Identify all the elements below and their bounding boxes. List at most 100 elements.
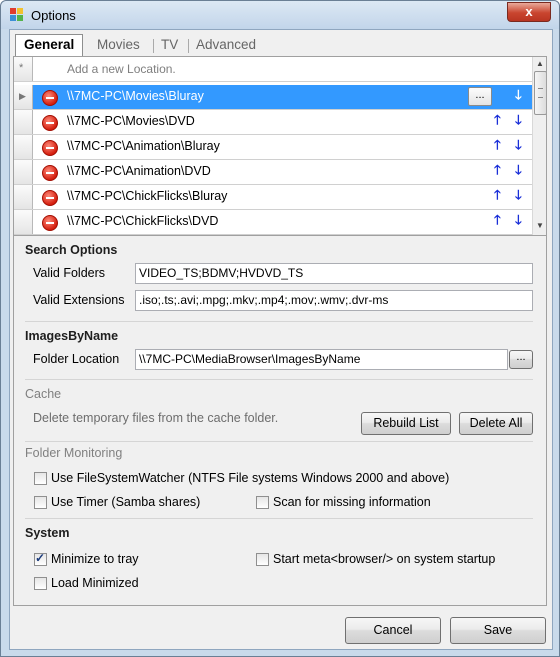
remove-location-icon[interactable] [42,115,58,131]
location-row[interactable]: \\7MC-PC\Animation\DVD 🡑 🡓 [14,160,532,185]
title-bar[interactable]: Options x [1,1,559,29]
location-path: \\7MC-PC\Movies\Bluray [67,89,204,103]
row-header[interactable] [14,135,33,159]
load-minimized-checkbox[interactable] [34,577,47,590]
new-location-row[interactable]: * Add a new Location. [14,57,532,82]
folder-monitoring-heading: Folder Monitoring [25,446,123,460]
use-timer-label: Use Timer (Samba shares) [51,495,201,509]
close-button[interactable]: x [507,2,551,22]
minimize-to-tray-label: Minimize to tray [51,552,139,566]
use-filesystemwatcher-checkbox[interactable] [34,472,47,485]
move-up-icon[interactable]: 🡑 [494,163,501,177]
cancel-button[interactable]: Cancel [345,617,441,644]
location-path: \\7MC-PC\Animation\DVD [67,164,211,178]
valid-extensions-label: Valid Extensions [33,293,125,307]
rebuild-list-button[interactable]: Rebuild List [361,412,451,435]
move-up-icon[interactable]: 🡑 [494,213,501,227]
scan-missing-checkbox[interactable] [256,496,269,509]
close-icon: x [525,4,533,19]
remove-location-icon[interactable] [42,140,58,156]
move-up-icon[interactable]: 🡑 [494,138,501,152]
browse-location-button[interactable]: ... [468,87,492,106]
new-row-marker: * [19,62,24,74]
location-cell[interactable]: \\7MC-PC\Animation\DVD 🡑 🡓 [33,160,532,184]
app-icon [10,8,24,21]
move-down-icon[interactable]: 🡓 [515,138,522,152]
move-down-icon[interactable]: 🡓 [515,188,522,202]
tab-separator [188,39,189,53]
row-header[interactable] [14,185,33,209]
row-header[interactable] [14,110,33,134]
location-path: \\7MC-PC\ChickFlicks\Bluray [67,189,228,203]
valid-folders-label: Valid Folders [33,266,106,280]
new-location-cell[interactable]: Add a new Location. [33,57,532,81]
section-divider [25,518,533,519]
scroll-up-icon[interactable]: ▲ [536,59,544,68]
move-down-icon[interactable]: 🡓 [515,113,522,127]
row-header[interactable] [14,160,33,184]
move-up-icon[interactable]: 🡑 [494,188,501,202]
start-on-startup-checkbox[interactable] [256,553,269,566]
folder-location-label: Folder Location [33,352,120,366]
current-row-arrow-icon: ▶ [19,91,26,101]
search-options-heading: Search Options [25,243,118,257]
location-row[interactable]: \\7MC-PC\Animation\Bluray 🡑 🡓 [14,135,532,160]
browse-folder-button[interactable]: ... [509,350,533,369]
location-cell[interactable]: \\7MC-PC\ChickFlicks\Bluray 🡑 🡓 [33,185,532,209]
remove-location-icon[interactable] [42,190,58,206]
locations-grid[interactable]: * Add a new Location. ▶ \\7MC-PC\Movies\… [14,57,546,236]
tab-movies[interactable]: Movies [91,35,146,55]
tab-general[interactable]: General [15,34,84,57]
use-timer-checkbox[interactable] [34,496,47,509]
save-button[interactable]: Save [450,617,546,644]
images-by-name-heading: ImagesByName [25,329,119,343]
location-cell[interactable]: \\7MC-PC\Movies\DVD 🡑 🡓 [33,110,532,134]
move-down-icon[interactable]: 🡓 [515,163,522,177]
tab-separator [153,39,154,53]
cache-heading: Cache [25,387,62,401]
tab-advanced[interactable]: Advanced [190,35,262,55]
tab-tv[interactable]: TV [155,35,184,55]
row-header[interactable]: ▶ [14,85,33,109]
section-divider [25,379,533,380]
delete-all-button[interactable]: Delete All [459,412,533,435]
remove-location-icon[interactable] [42,165,58,181]
scrollbar-thumb[interactable] [534,71,546,115]
minimize-to-tray-checkbox[interactable] [34,551,47,566]
window-client: General Movies TV Advanced * Add a new L… [9,29,553,650]
location-row[interactable]: \\7MC-PC\ChickFlicks\DVD 🡑 🡓 [14,210,532,235]
move-down-icon[interactable]: 🡓 [515,88,522,102]
location-path: \\7MC-PC\ChickFlicks\DVD [67,214,219,228]
locations-scrollbar[interactable]: ▲ ▼ [532,57,546,235]
scan-missing-label: Scan for missing information [273,495,431,509]
add-location-placeholder: Add a new Location. [67,62,176,76]
move-down-icon[interactable]: 🡓 [515,213,522,227]
remove-location-icon[interactable] [42,90,58,106]
load-minimized-label: Load Minimized [51,576,139,590]
location-row[interactable]: \\7MC-PC\Movies\DVD 🡑 🡓 [14,110,532,135]
location-cell[interactable]: \\7MC-PC\ChickFlicks\DVD 🡑 🡓 [33,210,532,234]
options-window: Options x General Movies TV Advanced * A… [0,0,560,657]
location-cell[interactable]: \\7MC-PC\Animation\Bluray 🡑 🡓 [33,135,532,159]
location-path: \\7MC-PC\Movies\DVD [67,114,195,128]
cache-description: Delete temporary files from the cache fo… [33,411,279,425]
row-header[interactable] [14,210,33,234]
valid-extensions-field[interactable]: .iso;.ts;.avi;.mpg;.mkv;.mp4;.mov;.wmv;.… [135,290,533,311]
section-divider [25,441,533,442]
system-heading: System [25,526,70,540]
scroll-down-icon[interactable]: ▼ [536,221,544,230]
location-row[interactable]: \\7MC-PC\ChickFlicks\Bluray 🡑 🡓 [14,185,532,210]
use-filesystemwatcher-label: Use FileSystemWatcher (NTFS File systems… [51,471,450,485]
location-path: \\7MC-PC\Animation\Bluray [67,139,220,153]
folder-location-field[interactable]: \\7MC-PC\MediaBrowser\ImagesByName [135,349,508,370]
start-on-startup-label: Start meta<browser/> on system startup [273,552,496,566]
remove-location-icon[interactable] [42,215,58,231]
row-header: * [14,57,33,81]
location-cell[interactable]: \\7MC-PC\Movies\Bluray ... 🡓 [33,85,532,109]
general-panel: * Add a new Location. ▶ \\7MC-PC\Movies\… [13,56,547,606]
valid-folders-field[interactable]: VIDEO_TS;BDMV;HVDVD_TS [135,263,533,284]
move-up-icon[interactable]: 🡑 [494,113,501,127]
section-divider [25,321,533,322]
location-row[interactable]: ▶ \\7MC-PC\Movies\Bluray ... 🡓 [14,85,532,110]
window-title: Options [31,8,76,23]
